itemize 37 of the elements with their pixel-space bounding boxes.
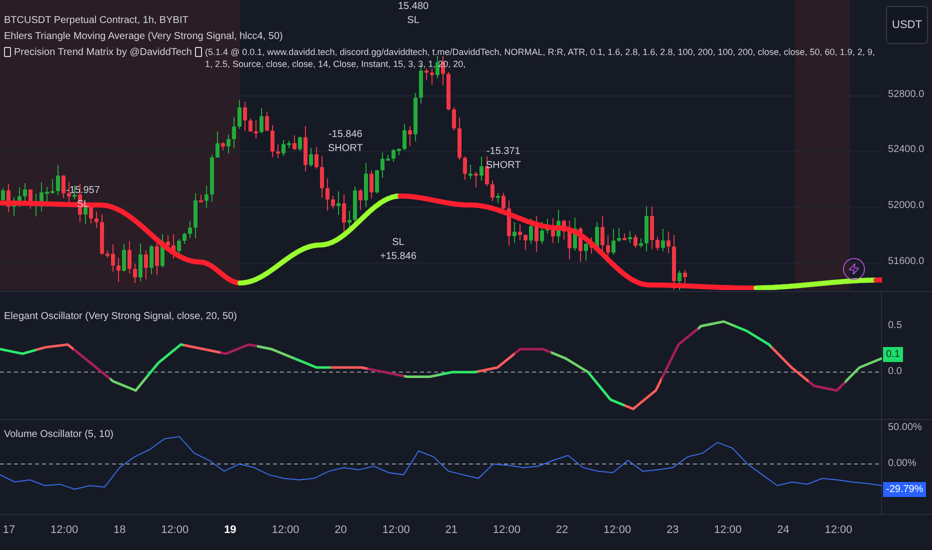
volume-axis-label: 0.00% xyxy=(888,458,916,469)
price-axis-label: 52800.0 xyxy=(888,89,924,100)
volume-oscillator-title: Volume Oscillator (5, 10) xyxy=(4,428,114,441)
time-axis-label: 12:00 xyxy=(604,524,632,536)
time-axis-label: 12:00 xyxy=(714,524,742,536)
currency-button[interactable]: USDT xyxy=(886,6,928,44)
time-axis-label: 18 xyxy=(113,524,126,536)
oscillator-title: Elegant Oscillator (Very Strong Signal, close, 20, 50) xyxy=(4,310,237,323)
time-axis-label: 12:00 xyxy=(382,524,410,536)
time-axis-label: 22 xyxy=(556,524,568,536)
time-axis-label: 12:00 xyxy=(824,524,852,536)
volume-value-badge: -29.79% xyxy=(883,482,926,497)
signal-label: SL +15.846 xyxy=(380,236,416,264)
time-axis-label: 12:00 xyxy=(272,524,300,536)
time-axis-label: 24 xyxy=(777,524,790,536)
price-axis-label: 52000.0 xyxy=(888,200,924,211)
oscillator-axis-label: 0.0 xyxy=(888,366,902,378)
glyph-icon xyxy=(195,47,202,57)
time-axis-label: 23 xyxy=(666,524,679,536)
symbol-title: BTCUSDT Perpetual Contract, 1h, BYBIT xyxy=(4,14,188,27)
signal-label: 15.480 SL xyxy=(398,0,429,28)
time-axis-label: 12:00 xyxy=(492,524,520,536)
oscillator-axis-label: 0.5 xyxy=(888,320,902,332)
time-axis-label: 17 xyxy=(2,524,16,536)
time-axis-label: 20 xyxy=(334,524,347,536)
indicator-title: Precision Trend Matrix by @DaviddTech xyxy=(14,46,192,59)
time-axis-label: 19 xyxy=(224,524,236,536)
indicator-title: Ehlers Triangle Moving Average (Very Strong Signal, hlcc4, 50) xyxy=(4,30,283,43)
time-axis-label: 21 xyxy=(445,524,458,536)
oscillator-value-badge: 0.1 xyxy=(883,347,903,362)
signal-label: -15.846 SHORT xyxy=(328,128,363,156)
price-axis-label: 51600.0 xyxy=(888,256,924,267)
time-axis-label: 12:00 xyxy=(50,524,78,536)
lightning-alert-icon[interactable] xyxy=(843,258,865,280)
volume-axis-label: 50.00% xyxy=(888,422,922,433)
time-axis-label: 12:00 xyxy=(161,524,189,536)
price-axis-label: 52400.0 xyxy=(888,144,924,155)
